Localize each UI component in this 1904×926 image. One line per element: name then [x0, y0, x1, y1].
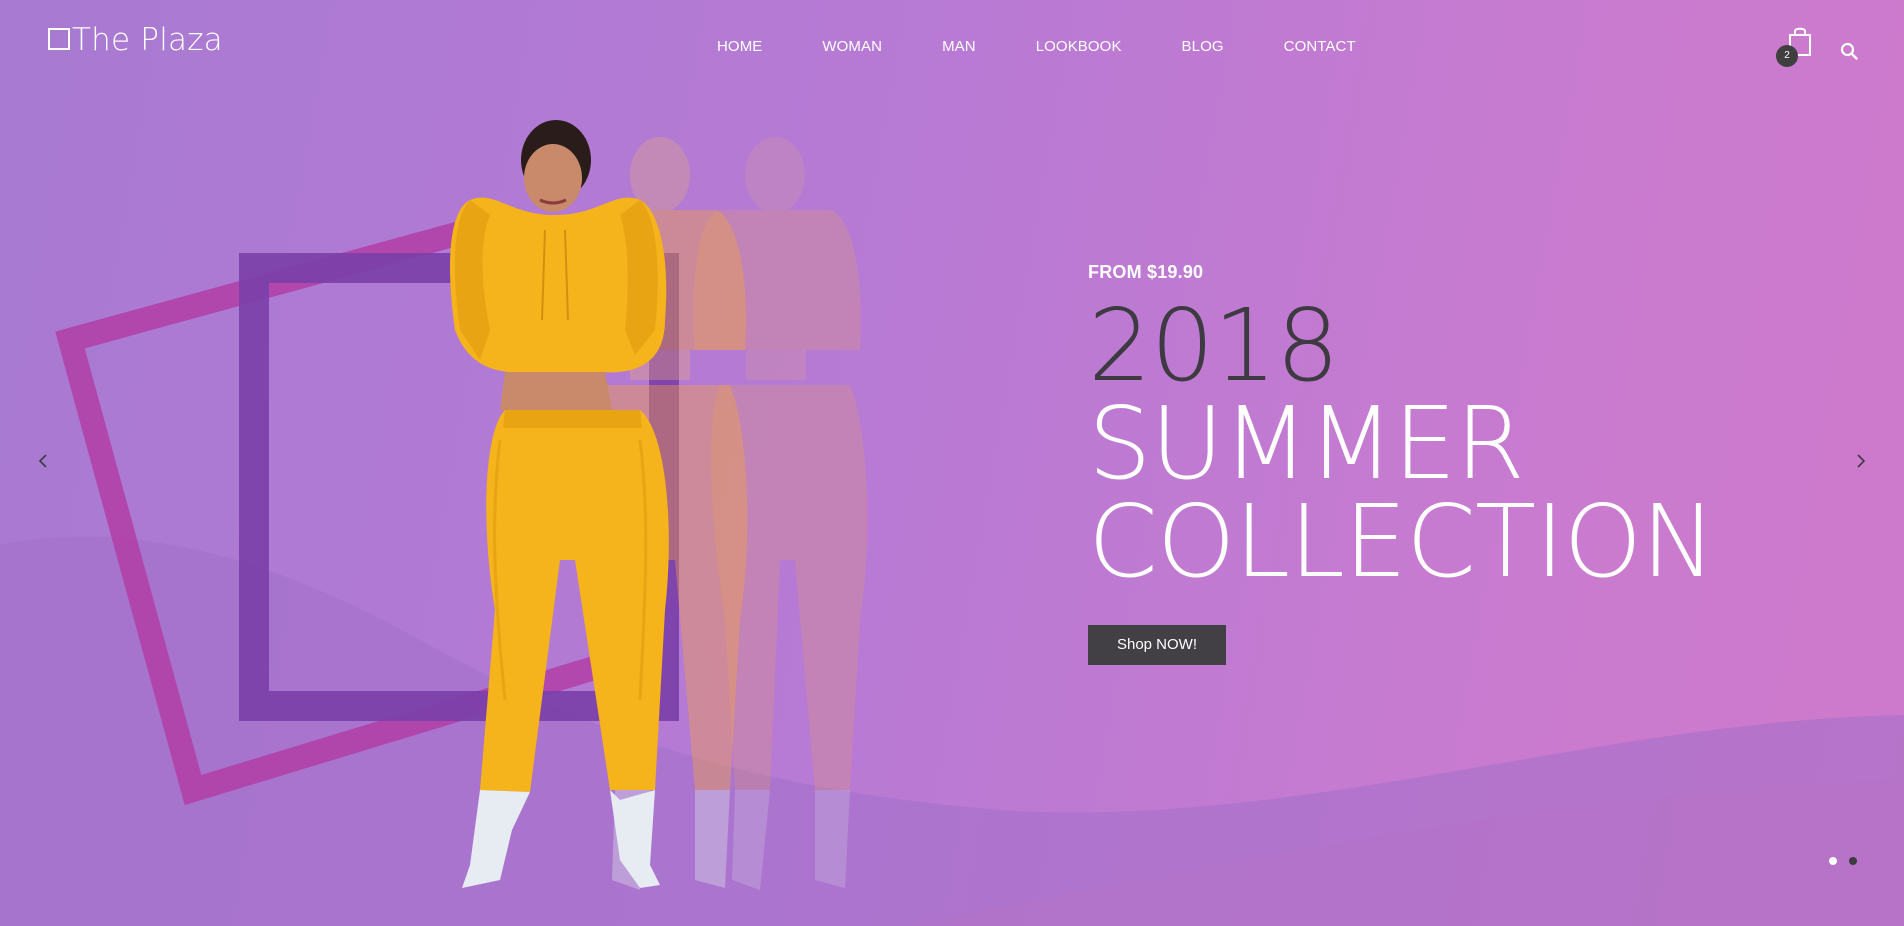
nav-lookbook[interactable]: LOOKBOOK — [1036, 38, 1122, 55]
search-button[interactable] — [1840, 42, 1858, 65]
model-main — [450, 120, 669, 888]
headline-collection: COLLECTION — [1088, 483, 1716, 600]
hero-slider: The Plaza HOME WOMAN MAN LOOKBOOK BLOG C… — [0, 0, 1904, 926]
nav-contact[interactable]: CONTACT — [1284, 38, 1356, 55]
slide-pagination — [1829, 857, 1869, 865]
chevron-right-icon — [1857, 454, 1866, 468]
nav-home[interactable]: HOME — [717, 38, 762, 55]
next-slide-button[interactable] — [1856, 453, 1866, 474]
logo-text: The Plaza — [72, 22, 223, 58]
site-header: The Plaza HOME WOMAN MAN LOOKBOOK BLOG C… — [0, 0, 1904, 95]
prev-slide-button[interactable] — [38, 453, 48, 474]
price-label: FROM $19.90 — [1088, 262, 1204, 282]
hero-headline: 2018 SUMMER COLLECTION — [1088, 287, 1716, 600]
nav-blog[interactable]: BLOG — [1182, 38, 1224, 55]
logo[interactable]: The Plaza — [48, 22, 223, 58]
main-nav: HOME WOMAN MAN LOOKBOOK BLOG CONTACT — [717, 38, 1356, 55]
nav-woman[interactable]: WOMAN — [822, 38, 882, 55]
headline-summer: SUMMER — [1088, 385, 1525, 502]
nav-man[interactable]: MAN — [942, 38, 976, 55]
headline-year: 2018 — [1088, 287, 1340, 404]
slide-dot-1[interactable] — [1829, 857, 1837, 865]
chevron-left-icon — [38, 454, 47, 468]
cart-count-badge: 2 — [1776, 45, 1798, 67]
shop-now-button[interactable]: Shop NOW! — [1088, 625, 1226, 665]
cart-button[interactable]: 2 — [1776, 26, 1816, 68]
search-icon — [1840, 42, 1858, 60]
logo-square-icon — [48, 27, 70, 50]
slide-dot-2[interactable] — [1849, 857, 1857, 865]
hero-copy: FROM $19.90 2018 SUMMER COLLECTION Shop … — [1088, 262, 1716, 665]
